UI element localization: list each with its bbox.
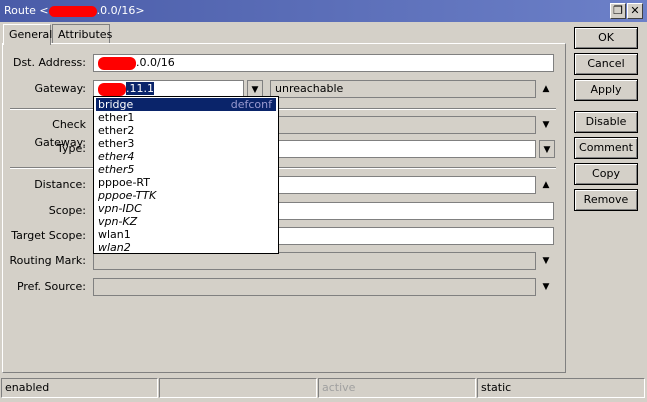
list-item[interactable]: ether4 [96,150,276,163]
type-label: Type: [57,142,86,155]
chevron-up-icon[interactable]: ▲ [539,176,553,194]
list-item[interactable]: ether3 [96,137,276,150]
copy-button[interactable]: Copy [574,163,638,185]
chevron-down-icon: ▼ [543,145,551,155]
gateway-state: unreachable [270,80,536,98]
list-item[interactable]: wlan2 [96,241,276,254]
list-item[interactable]: vpn-KZ [96,215,276,228]
gateway-value: .11.1 [126,82,154,95]
gateway-label: Gateway: [34,82,87,95]
tab-attributes[interactable]: Attributes [52,24,112,44]
list-item[interactable]: wlan1 [96,228,276,241]
restore-icon: ❐ [613,4,623,17]
chevron-down-icon[interactable]: ▼ [539,252,553,270]
list-item[interactable]: ether1 [96,111,276,124]
window-title-suffix: .0.0/16> [96,4,145,17]
comment-button[interactable]: Comment [574,137,638,159]
redaction-mark [98,56,136,70]
routing-mark-label: Routing Mark: [9,254,86,267]
list-item[interactable]: bridge defconf [96,98,276,111]
distance-label: Distance: [34,178,86,191]
routing-mark-input[interactable] [93,252,536,270]
redaction-mark [98,82,126,96]
chevron-down-icon[interactable]: ▼ [539,116,553,134]
disable-button[interactable]: Disable [574,111,638,133]
dst-address-input[interactable]: .0.0/16 [93,54,554,72]
type-dropdown-button[interactable]: ▼ [539,140,555,158]
cancel-button[interactable]: Cancel [574,53,638,75]
close-icon: ✕ [630,4,640,17]
separator [10,167,556,169]
status-active: active [318,378,476,398]
list-item[interactable]: ether5 [96,163,276,176]
title-bar: Route < .0.0/16> [0,0,647,22]
status-enabled: enabled [1,378,158,398]
list-item[interactable]: pppoe-TTK [96,189,276,202]
separator [10,108,556,110]
gateway-dropdown-list: bridge defconf ether1 ether2 ether3 ether… [93,96,279,254]
pref-source-input[interactable] [93,278,536,296]
list-item[interactable]: ether2 [96,124,276,137]
dst-address-value: .0.0/16 [136,56,175,69]
gateway-updown-icon[interactable]: ▲ [539,80,553,98]
list-item-hint: defconf [230,98,272,111]
status-static: static [477,378,645,398]
pref-source-label: Pref. Source: [16,280,86,293]
scope-label: Scope: [48,204,86,217]
list-item-label: bridge [98,98,134,111]
close-button[interactable]: ✕ [627,3,643,19]
apply-button[interactable]: Apply [574,79,638,101]
list-item[interactable]: pppoe-RT [96,176,276,189]
dst-address-label: Dst. Address: [12,56,86,69]
chevron-down-icon[interactable]: ▼ [539,278,553,296]
list-item[interactable]: vpn-IDC [96,202,276,215]
chevron-down-icon: ▼ [251,85,259,95]
status-cell-2 [159,378,317,398]
target-scope-label: Target Scope: [11,229,86,242]
redaction-mark [48,5,97,17]
remove-button[interactable]: Remove [574,189,638,211]
tab-general[interactable]: General [3,24,52,45]
ok-button[interactable]: OK [574,27,638,49]
check-gateway-label: Check Gateway: [34,118,87,149]
restore-button[interactable]: ❐ [610,3,626,19]
window-title-prefix: Route < [4,4,49,17]
